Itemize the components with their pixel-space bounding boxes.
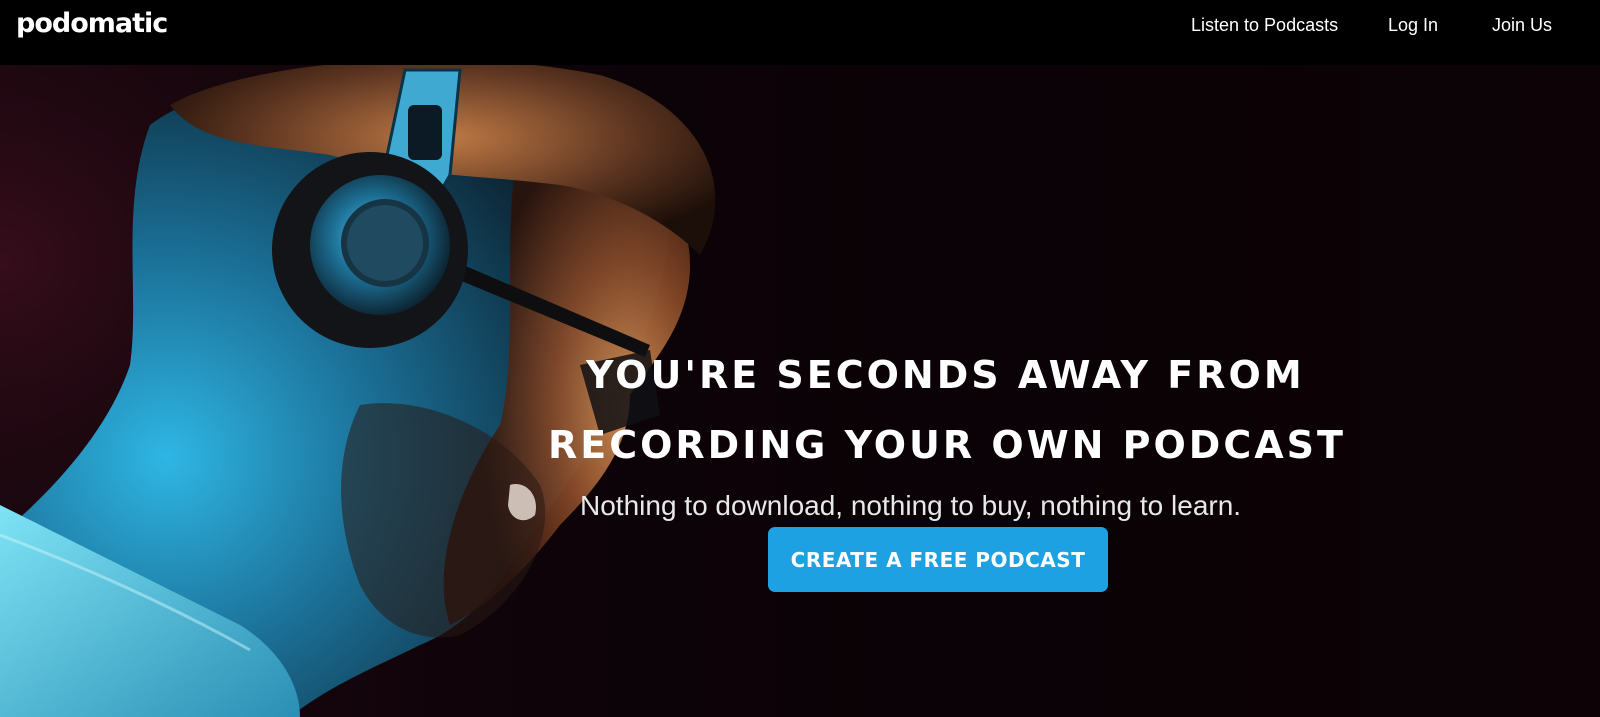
headline-line-1: YOU'RE SECONDS AWAY FROM (586, 353, 1305, 397)
nav-link-log-in[interactable]: Log In (1388, 15, 1438, 36)
create-free-podcast-button[interactable]: CREATE A FREE PODCAST (768, 527, 1108, 592)
top-navigation-bar: podomatic Listen to Podcasts Log In Join… (0, 0, 1600, 65)
podomatic-logo[interactable]: podomatic (16, 6, 168, 40)
hero-section: YOU'RE SECONDS AWAY FROM RECORDING YOUR … (0, 65, 1600, 717)
nav-link-listen-to-podcasts[interactable]: Listen to Podcasts (1191, 15, 1338, 36)
nav-link-join-us[interactable]: Join Us (1492, 15, 1552, 36)
hero-headline: YOU'RE SECONDS AWAY FROM RECORDING YOUR … (548, 340, 1348, 480)
headline-line-2: RECORDING YOUR OWN PODCAST (548, 423, 1346, 467)
landing-page: podomatic Listen to Podcasts Log In Join… (0, 0, 1600, 717)
hero-subheadline: Nothing to download, nothing to buy, not… (580, 490, 1242, 521)
hero-copy-block: YOU'RE SECONDS AWAY FROM RECORDING YOUR … (548, 340, 1348, 522)
logo-wordmark: podomatic (16, 7, 168, 39)
